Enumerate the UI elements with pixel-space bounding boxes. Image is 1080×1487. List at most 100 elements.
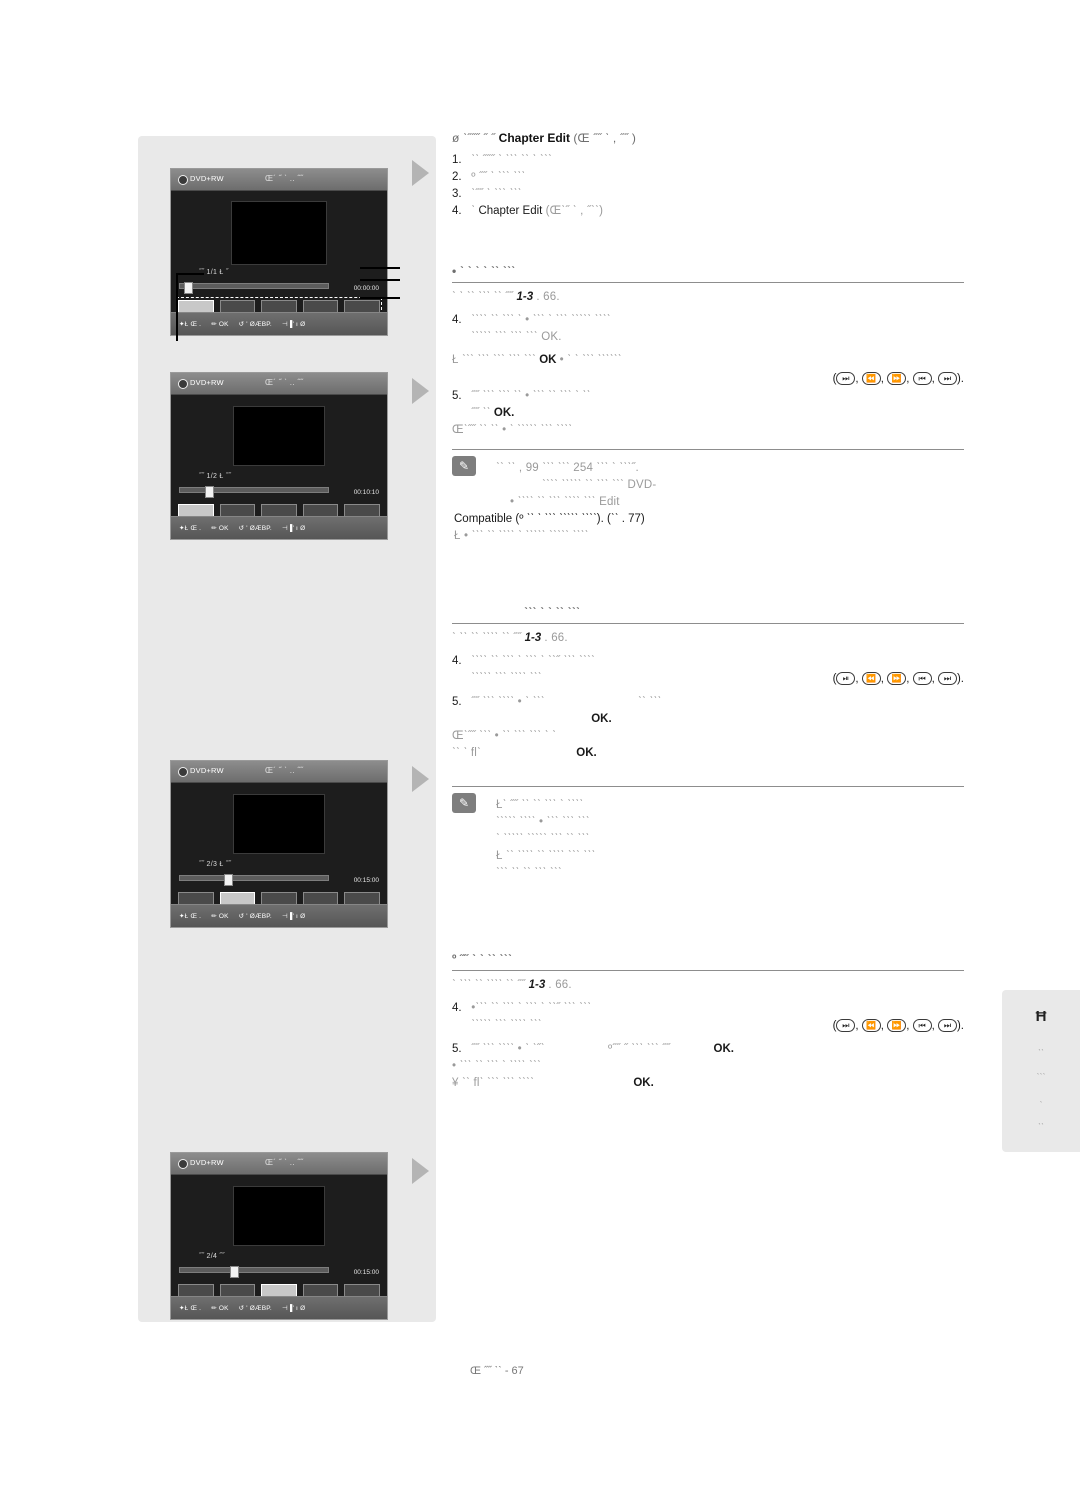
section-arrow-2 <box>412 378 429 404</box>
step-line-2: ˋˋˋˋˋ ˋˋˋ ˋˋˋ ˋˋˋ OK. <box>471 331 562 343</box>
note-box-2: ✎ Łˋ ˝˝ ˋˋ ˋˋ ˋˋˋ ˋ ˋˋˋˋ ˋˋˋˋˋ ˋˋˋˋ • ˋˋ… <box>452 786 964 882</box>
device-screen-4: DVD+RW Œ´ ˝ ˋ .. ˝˝ ˝˝ 2/4 ˝˝ 00:15:00 ✦… <box>170 1152 388 1320</box>
key-play-icon[interactable]: ⏭ <box>836 372 856 386</box>
section1-heading-bold: Chapter Edit <box>498 131 570 145</box>
section-arrow-1 <box>412 160 429 186</box>
disc-icon <box>178 1159 188 1169</box>
key-playpause-icon[interactable]: ⏯ <box>836 672 856 686</box>
key-prev-icon[interactable]: ⏮ <box>912 372 932 386</box>
bottombar-hint-move: ✦Ł Œ . <box>179 913 202 920</box>
key-prev-icon[interactable]: ⏮ <box>912 672 932 686</box>
step5-line-1: ˝˝ ˋˋˋ ˋˋˋ ˋˋ • ˋˋˋ ˋˋ ˋˋˋ ˋ ˋˋ <box>471 390 591 402</box>
note-line: Ł ˋˋ ˋˋˋˋ ˋˋ ˋˋˋˋ ˋˋˋ ˋˋˋ <box>496 850 596 862</box>
note-pre: ˋˋ ˋ flˋ <box>452 747 482 759</box>
key-rewind-icon[interactable]: ⏪ <box>861 1019 881 1033</box>
reference-pre: ˋ ˋ ˋˋ ˋˋˋ ˋˋ ˝˝ <box>452 291 514 303</box>
bottombar-hint-exit: ⊣▐' ı Ø <box>281 913 306 920</box>
screen-timecode: 00:15:00 <box>353 1269 379 1276</box>
bottombar-hint-move: ✦Ł Œ . <box>179 321 202 328</box>
seek-bar[interactable] <box>179 486 329 498</box>
seek-knob[interactable] <box>205 486 215 498</box>
section3-step5-note-2: ˋˋ ˋ flˋ OK. <box>452 745 964 762</box>
pencil-icon: ✎ <box>452 793 476 813</box>
section3-reference: ˋ ˋˋ ˋˋ ˋˋˋˋ ˋˋ ˝˝ 1-3 . 66. <box>452 630 964 647</box>
note-line: Compatible (º ˋˋ ˋ ˋˋˋ ˋˋˋˋˋ ˋˋˋˋ). (ˋˋ … <box>454 513 645 525</box>
note-line: ˋ ˋˋˋˋˋ ˋˋˋˋˋ ˋˋˋ ˋˋ ˋˋˋ <box>496 833 590 845</box>
section4-reference: ˋ ˋˋˋ ˋˋ ˋˋˋˋ ˋˋ ˝˝ 1-3 . 66. <box>452 977 964 994</box>
section1-heading: ø ˋ˝˝˝ ˝ ˝ Chapter Edit (Œ ˝˝ ˋ , ˝˝ ) <box>452 130 964 146</box>
key-forward-icon[interactable]: ⏩ <box>887 672 907 686</box>
callout-line <box>360 279 400 281</box>
reference-post: . 66. <box>548 979 572 991</box>
step-text: ˋ˝˝ ˋ ˋˋˋ ˋˋˋ <box>471 188 522 200</box>
key-rewind-icon[interactable]: ⏪ <box>861 372 881 386</box>
section1-step-1: 1. ˋˋ ˝˝˝ ˋ ˋˋˋ ˋˋ ˋ ˋˋˋ <box>452 152 964 169</box>
ok-button-ref: OK. <box>591 713 612 725</box>
step5-line-2-pre: ˝˝ ˋˋ <box>471 407 491 419</box>
side-tab-letter: Ħ <box>1035 1008 1047 1025</box>
seek-knob[interactable] <box>230 1266 240 1278</box>
screen-bottombar: ✦Ł Œ . ✏ OK ↺ ' ØÆBP. ⊣▐' ı Ø <box>171 1296 387 1319</box>
seek-bar[interactable] <box>179 1266 329 1278</box>
key-forward-icon[interactable]: ⏩ <box>887 1019 907 1033</box>
note-line: ˋˋˋˋˋ ˋˋˋˋ • ˋˋˋ ˋˋˋ ˋˋˋ <box>496 816 590 828</box>
section2-title: • ˋ ˋ ˋ ˋ ˋˋ ˋˋˋ <box>452 264 516 278</box>
note-line: ˋˋ ˋˋ , 99 ˋˋˋ ˋˋˋ 254 ˋˋˋ ˋ ˋˋˋ˝. <box>496 462 639 474</box>
key-prev-icon[interactable]: ⏮ <box>912 1019 932 1033</box>
disc-icon <box>178 175 188 185</box>
key-next-icon[interactable]: ⏭ <box>937 672 957 686</box>
section4-title: º ˝˝ ˋ ˋ ˋˋ ˋˋˋ <box>452 952 513 966</box>
side-tab-line: ˋ <box>1039 1100 1043 1110</box>
bottombar-hint-return: ↺ ' ØÆBP. <box>238 525 272 532</box>
seek-bar[interactable] <box>179 282 329 294</box>
screen-title-label: Œ´ ˝ ˋ .. ˝˝ <box>265 1158 304 1167</box>
step5-line-1a: ˝˝ ˋˋˋ ˋˋˋˋ • ˋ ˋ˝ˋ <box>471 1043 545 1055</box>
step-number: 4. <box>452 1002 462 1014</box>
device-screen-3: DVD+RW Œ´ ˝ ˋ .. ˝˝ ˝˝ 2/3 Ł ˝˝ 00:15:00… <box>170 760 388 928</box>
chapter-side-tab: Ħ ˋˋ ˋˋˋ ˋ ˋˋ <box>1002 990 1080 1152</box>
section2-step-5: 5. ˝˝ ˋˋˋ ˋˋˋ ˋˋ • ˋˋˋ ˋˋ ˋˋˋ ˋ ˋˋ ˝˝ ˋˋ… <box>452 388 964 422</box>
note-line: ˋˋˋˋ ˋˋˋˋˋ ˋˋ ˋˋˋ ˋˋˋ DVD- <box>542 479 657 491</box>
section2-keys-row: (⏭, ⏪, ⏩, ⏮, ⏭). <box>832 372 964 386</box>
divider <box>452 623 964 624</box>
bottombar-hint-exit: ⊣▐' ı Ø <box>281 1305 306 1312</box>
video-preview <box>231 201 327 265</box>
step-line-1: ˋˋˋˋ ˋˋ ˋˋˋ ˋ ˋˋˋ ˋ ˋˋ˝ ˋˋˋ ˋˋˋˋ <box>471 655 596 667</box>
bottombar-hint-ok: ✏ OK <box>211 525 229 532</box>
disc-type-label: DVD+RW <box>190 174 224 183</box>
screen-title-label: Œ´ ˝ ˋ .. ˝˝ <box>265 174 304 183</box>
section-arrow-3 <box>412 766 429 792</box>
section2-step5-note: Œˋ˝˝ ˋˋ ˋˋ • ˋ ˋˋˋˋˋ ˋˋˋ ˋˋˋˋ <box>452 424 573 436</box>
section1-step-4: 4. ˋ Chapter Edit (Œˋ˝ ˋ , ˝ˋˋ) <box>452 203 964 220</box>
disc-icon <box>178 379 188 389</box>
step5-line-1b: º˝˝ ˝ ˋˋˋ ˋˋˋ ˝˝ <box>608 1043 671 1055</box>
screen-timecode: 00:10:10 <box>353 489 379 496</box>
note-line: • ˋˋˋˋ ˋˋ ˋˋˋ ˋˋˋˋ ˋˋˋ Edit <box>510 496 620 508</box>
ok-button-ref: OK. <box>493 407 515 419</box>
disc-type-label: DVD+RW <box>190 1158 224 1167</box>
section1-heading-post: (Œ ˝˝ ˋ , ˝˝ ) <box>573 131 637 145</box>
note-line: Łˋ ˝˝ ˋˋ ˋˋ ˋˋˋ ˋ ˋˋˋˋ <box>496 799 584 811</box>
step-number: 5. <box>452 390 462 402</box>
step-text: ˋ <box>471 205 476 217</box>
step-number: 5. <box>452 696 462 708</box>
seek-knob[interactable] <box>224 874 234 886</box>
screen-position-label: ˝˝ 2/3 Ł ˝˝ <box>199 861 232 868</box>
section2-ok-note: Ł ˋˋˋ ˋˋˋ ˋˋˋ ˋˋˋ ˋˋˋ OK • ˋ ˋ ˋˋˋ ˋˋˋˋˋ… <box>452 352 964 369</box>
key-rewind-icon[interactable]: ⏪ <box>861 672 881 686</box>
seek-bar[interactable] <box>179 874 329 886</box>
ok-button-ref: OK <box>539 354 557 366</box>
key-play-icon[interactable]: ⏭ <box>836 1019 856 1033</box>
step-number: 5. <box>452 1043 462 1055</box>
seek-knob[interactable] <box>184 282 194 294</box>
step-number: 2. <box>452 171 462 183</box>
key-forward-icon[interactable]: ⏩ <box>887 372 907 386</box>
note-line: ˋˋˋ ˋˋ ˋˋ ˋˋˋ ˋˋˋ <box>496 867 562 879</box>
key-next-icon[interactable]: ⏭ <box>937 372 957 386</box>
section4-step-5: 5. ˝˝ ˋˋˋ ˋˋˋˋ • ˋ ˋ˝ˋ º˝˝ ˝ ˋˋˋ ˋˋˋ ˝˝ … <box>452 1041 964 1058</box>
key-next-icon[interactable]: ⏭ <box>937 1019 957 1033</box>
note-box-1: ✎ ˋˋ ˋˋ , 99 ˋˋˋ ˋˋˋ 254 ˋˋˋ ˋ ˋˋˋ˝. ˋˋˋ… <box>452 449 964 545</box>
reference-pre: ˋ ˋˋˋ ˋˋ ˋˋˋˋ ˋˋ ˝˝ <box>452 979 526 991</box>
bottombar-hint-move: ✦Ł Œ . <box>179 1305 202 1312</box>
section1-step-2: 2. º ˝˝ ˋ ˋˋˋ ˋˋˋ <box>452 169 964 186</box>
